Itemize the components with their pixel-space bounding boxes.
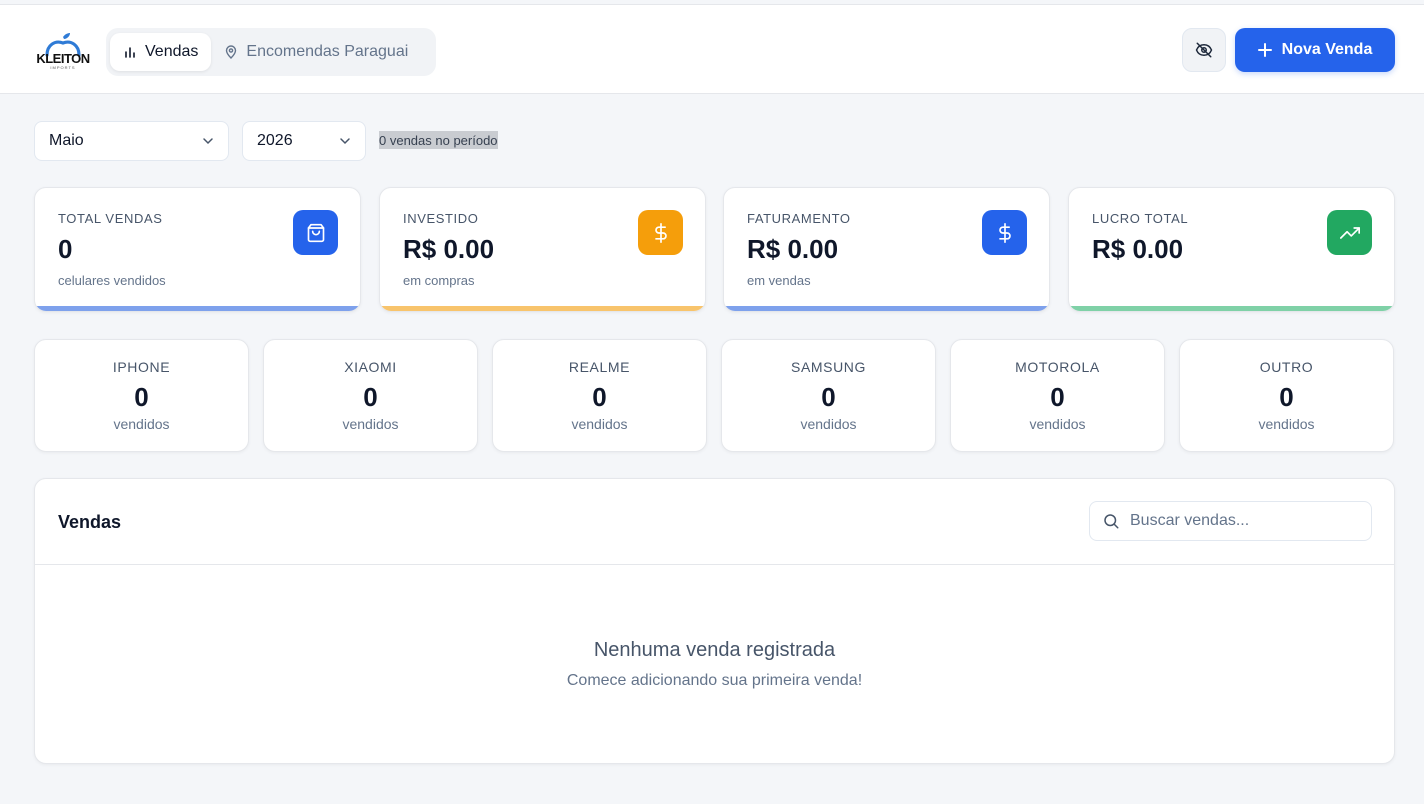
main-tabs: Vendas Encomendas Paraguai — [106, 28, 436, 76]
period-count: 0 vendas no período — [379, 131, 498, 149]
stat-value: R$ 0.00 — [1092, 234, 1184, 264]
tab-encomendas-label: Encomendas Paraguai — [246, 43, 409, 60]
stat-value: 0 — [58, 234, 73, 264]
brand-name: MOTOROLA — [1015, 359, 1100, 375]
tab-vendas[interactable]: Vendas — [110, 33, 212, 71]
empty-state-title: Nenhuma venda registrada — [593, 639, 836, 661]
eye-off-icon — [1195, 42, 1213, 58]
stat-sub: em compras — [403, 273, 475, 288]
year-value: 2026 — [257, 132, 293, 149]
brand-name: REALME — [568, 359, 631, 375]
brand-card-realme: REALME 0 vendidos — [492, 339, 707, 452]
stat-value: R$ 0.00 — [403, 234, 495, 264]
month-select[interactable]: Maio — [34, 121, 229, 161]
brand-count: 0 — [134, 382, 149, 412]
brand-name: IPHONE — [112, 359, 171, 375]
stat-sub: celulares vendidos — [58, 273, 166, 288]
stat-sub: em vendas — [747, 273, 811, 288]
stat-faturamento: FATURAMENTO R$ 0.00 em vendas — [723, 187, 1050, 312]
stat-accent-bar — [35, 306, 360, 311]
search-icon — [1104, 514, 1119, 529]
stat-investido: INVESTIDO R$ 0.00 em compras — [379, 187, 706, 312]
brand-card-outro: OUTRO 0 vendidos — [1179, 339, 1394, 452]
dollar-icon — [982, 210, 1027, 255]
empty-state-subtitle: Comece adicionando sua primeira venda! — [566, 672, 863, 689]
brand-sub: vendidos — [1258, 416, 1315, 432]
brand-card-xiaomi: XIAOMI 0 vendidos — [263, 339, 478, 452]
stat-total-vendas: TOTAL VENDAS 0 celulares vendidos — [34, 187, 361, 312]
trending-up-icon — [1327, 210, 1372, 255]
stat-label: LUCRO TOTAL — [1092, 211, 1189, 226]
chevron-down-icon — [340, 138, 350, 145]
stat-label: TOTAL VENDAS — [58, 211, 163, 226]
stat-accent-bar — [1069, 306, 1394, 311]
year-select[interactable]: 2026 — [242, 121, 366, 161]
logo-text: KLEITON — [36, 50, 90, 66]
sales-panel-header: Vendas — [35, 479, 1394, 565]
brand-count: 0 — [363, 382, 378, 412]
app-header: KLEITON IMPORTS Vendas Encomendas Paragu… — [0, 4, 1424, 94]
sales-title: Vendas — [58, 512, 122, 532]
logo[interactable]: KLEITON IMPORTS — [34, 25, 92, 77]
brand-count: 0 — [1279, 382, 1294, 412]
search-input[interactable] — [1130, 512, 1360, 530]
dollar-icon — [638, 210, 683, 255]
new-sale-button[interactable]: Nova Venda — [1235, 28, 1395, 72]
stat-lucro-total: LUCRO TOTAL R$ 0.00 — [1068, 187, 1395, 312]
toggle-values-button[interactable] — [1182, 28, 1226, 72]
brand-count: 0 — [1050, 382, 1065, 412]
shopping-bag-icon — [293, 210, 338, 255]
brand-count: 0 — [821, 382, 836, 412]
stat-label: FATURAMENTO — [747, 211, 851, 226]
brand-sub: vendidos — [342, 416, 399, 432]
brand-card-motorola: MOTOROLA 0 vendidos — [950, 339, 1165, 452]
stat-label: INVESTIDO — [403, 211, 479, 226]
logo-subtext: IMPORTS — [50, 64, 76, 70]
plus-icon — [1257, 43, 1272, 57]
brand-name: OUTRO — [1259, 359, 1314, 375]
sales-search[interactable] — [1089, 501, 1372, 541]
sales-panel: Vendas Nenhuma venda registrada Comece a… — [34, 478, 1395, 764]
chevron-down-icon — [203, 138, 213, 145]
brand-count: 0 — [592, 382, 607, 412]
stat-accent-bar — [724, 306, 1049, 311]
month-value: Maio — [49, 132, 84, 149]
tab-vendas-label: Vendas — [145, 43, 199, 60]
brand-card-iphone: IPHONE 0 vendidos — [34, 339, 249, 452]
stat-value: R$ 0.00 — [747, 234, 839, 264]
brand-sub: vendidos — [800, 416, 857, 432]
brand-sub: vendidos — [113, 416, 170, 432]
brand-card-samsung: SAMSUNG 0 vendidos — [721, 339, 936, 452]
stat-accent-bar — [380, 306, 705, 311]
brand-sub: vendidos — [571, 416, 628, 432]
tab-encomendas-paraguai[interactable]: Encomendas Paraguai — [211, 33, 421, 71]
brand-name: XIAOMI — [344, 359, 397, 375]
map-pin-icon — [226, 45, 237, 59]
brand-name: SAMSUNG — [791, 359, 866, 375]
bar-chart-icon — [125, 47, 135, 58]
brand-sub: vendidos — [1029, 416, 1086, 432]
new-sale-label: Nova Venda — [1281, 41, 1373, 58]
